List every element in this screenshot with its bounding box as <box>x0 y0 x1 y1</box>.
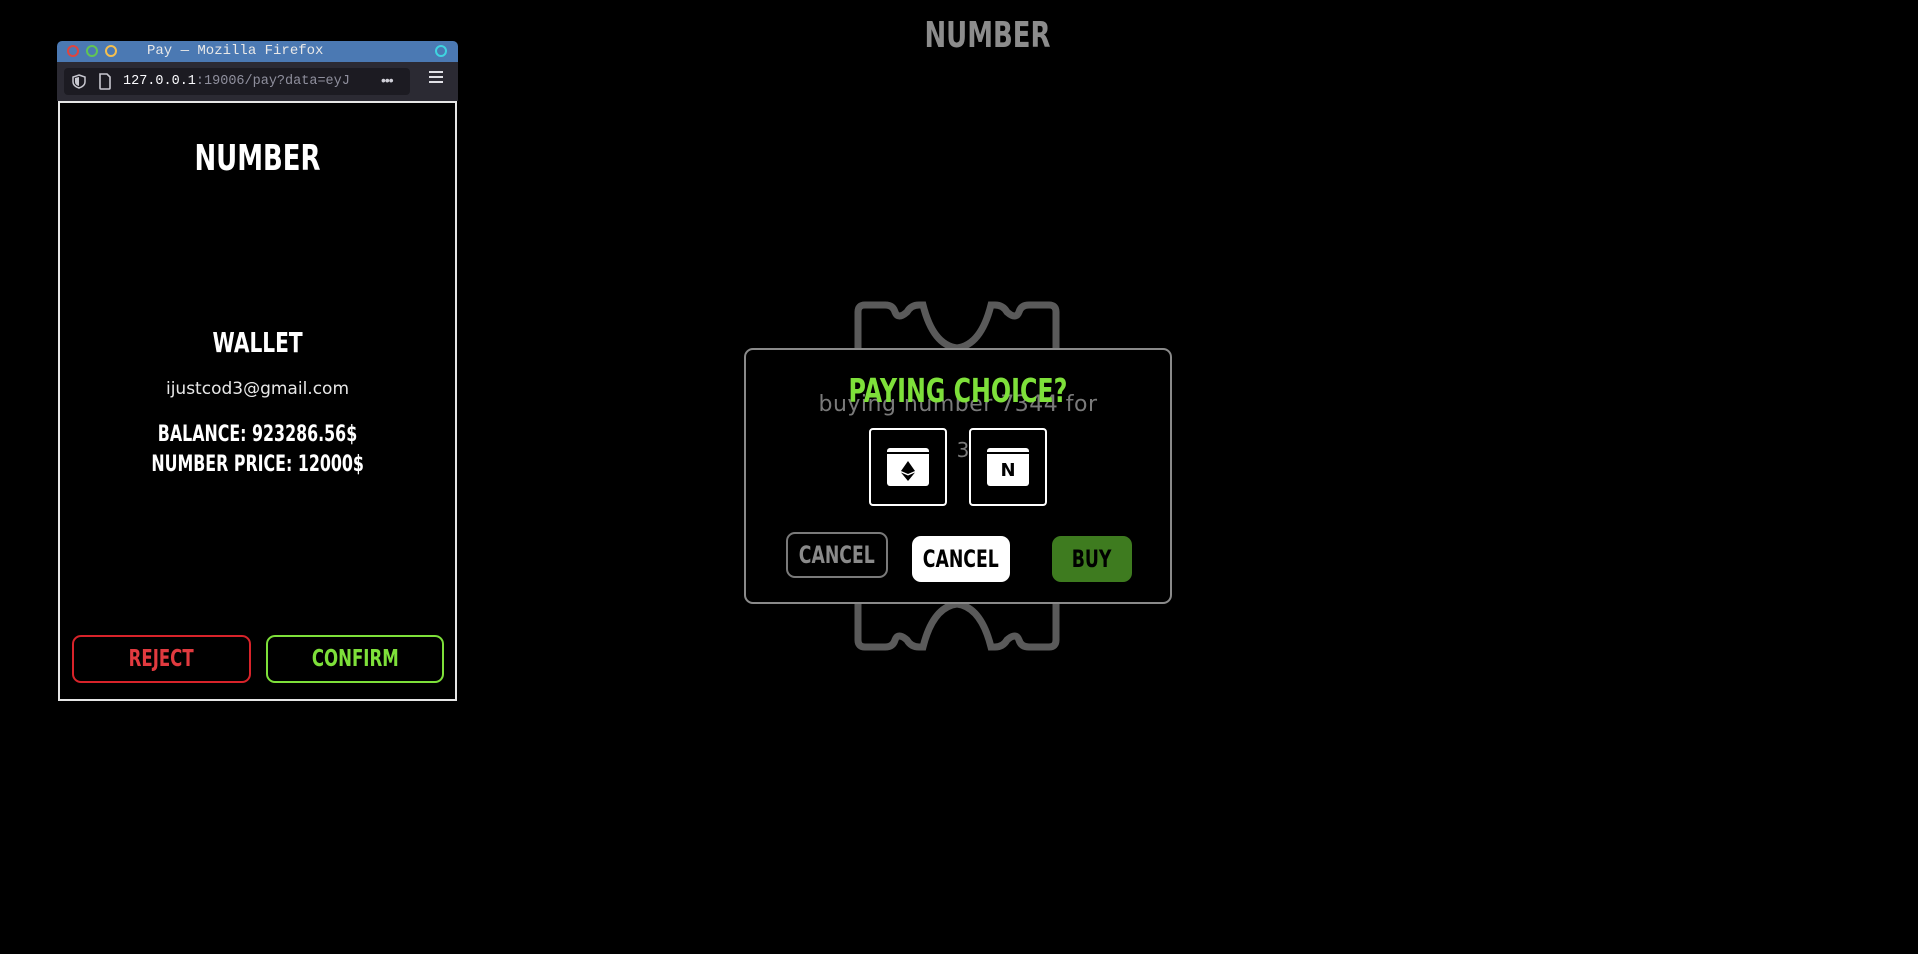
firefox-popup-window: Pay — Mozilla Firefox 127.0.0.1:19006/pa… <box>57 41 458 701</box>
reject-button[interactable]: REJECT <box>72 635 251 683</box>
confirm-button[interactable]: CONFIRM <box>266 635 444 683</box>
modal-title: PAYING CHOICE? <box>848 371 1068 410</box>
window-extra-button[interactable] <box>435 45 447 57</box>
wallet-page: NUMBER WALLET ijustcod3@gmail.com BALANC… <box>58 101 457 701</box>
cancel-button-secondary[interactable]: CANCEL <box>786 532 888 578</box>
window-titlebar[interactable]: Pay — Mozilla Firefox <box>57 41 458 62</box>
number-wallet-option[interactable]: N <box>969 428 1047 506</box>
window-close-button[interactable] <box>67 45 79 57</box>
browser-navbar: 127.0.0.1:19006/pay?data=eyJ ••• <box>57 62 458 101</box>
cancel-button[interactable]: CANCEL <box>912 536 1010 582</box>
page-info-icon[interactable] <box>98 73 112 90</box>
app-logo: NUMBER <box>924 15 1051 56</box>
hamburger-menu-icon[interactable] <box>429 71 443 83</box>
number-wallet-icon: N <box>987 448 1029 486</box>
ethereum-wallet-icon <box>887 448 929 486</box>
number-price: NUMBER PRICE: 12000$ <box>151 452 364 477</box>
url-text[interactable]: 127.0.0.1:19006/pay?data=eyJ <box>123 74 373 89</box>
window-minimize-button[interactable] <box>86 45 98 57</box>
ethereum-wallet-option[interactable] <box>869 428 947 506</box>
window-maximize-button[interactable] <box>105 45 117 57</box>
wallet-logo: NUMBER <box>194 138 321 179</box>
tracking-shield-icon[interactable] <box>72 74 86 89</box>
wallet-heading: WALLET <box>212 326 303 359</box>
wallet-balance: BALANCE: 923286.56$ <box>157 422 358 447</box>
page-actions-icon[interactable]: ••• <box>381 72 394 88</box>
wallet-email: ijustcod3@gmail.com <box>165 379 350 399</box>
buy-button[interactable]: BUY <box>1052 536 1132 582</box>
url-bar[interactable]: 127.0.0.1:19006/pay?data=eyJ ••• <box>64 68 410 95</box>
window-title: Pay — Mozilla Firefox <box>147 43 324 59</box>
paying-choice-modal: buying number 7344 for 3 PAYING CHOICE? … <box>744 348 1172 604</box>
